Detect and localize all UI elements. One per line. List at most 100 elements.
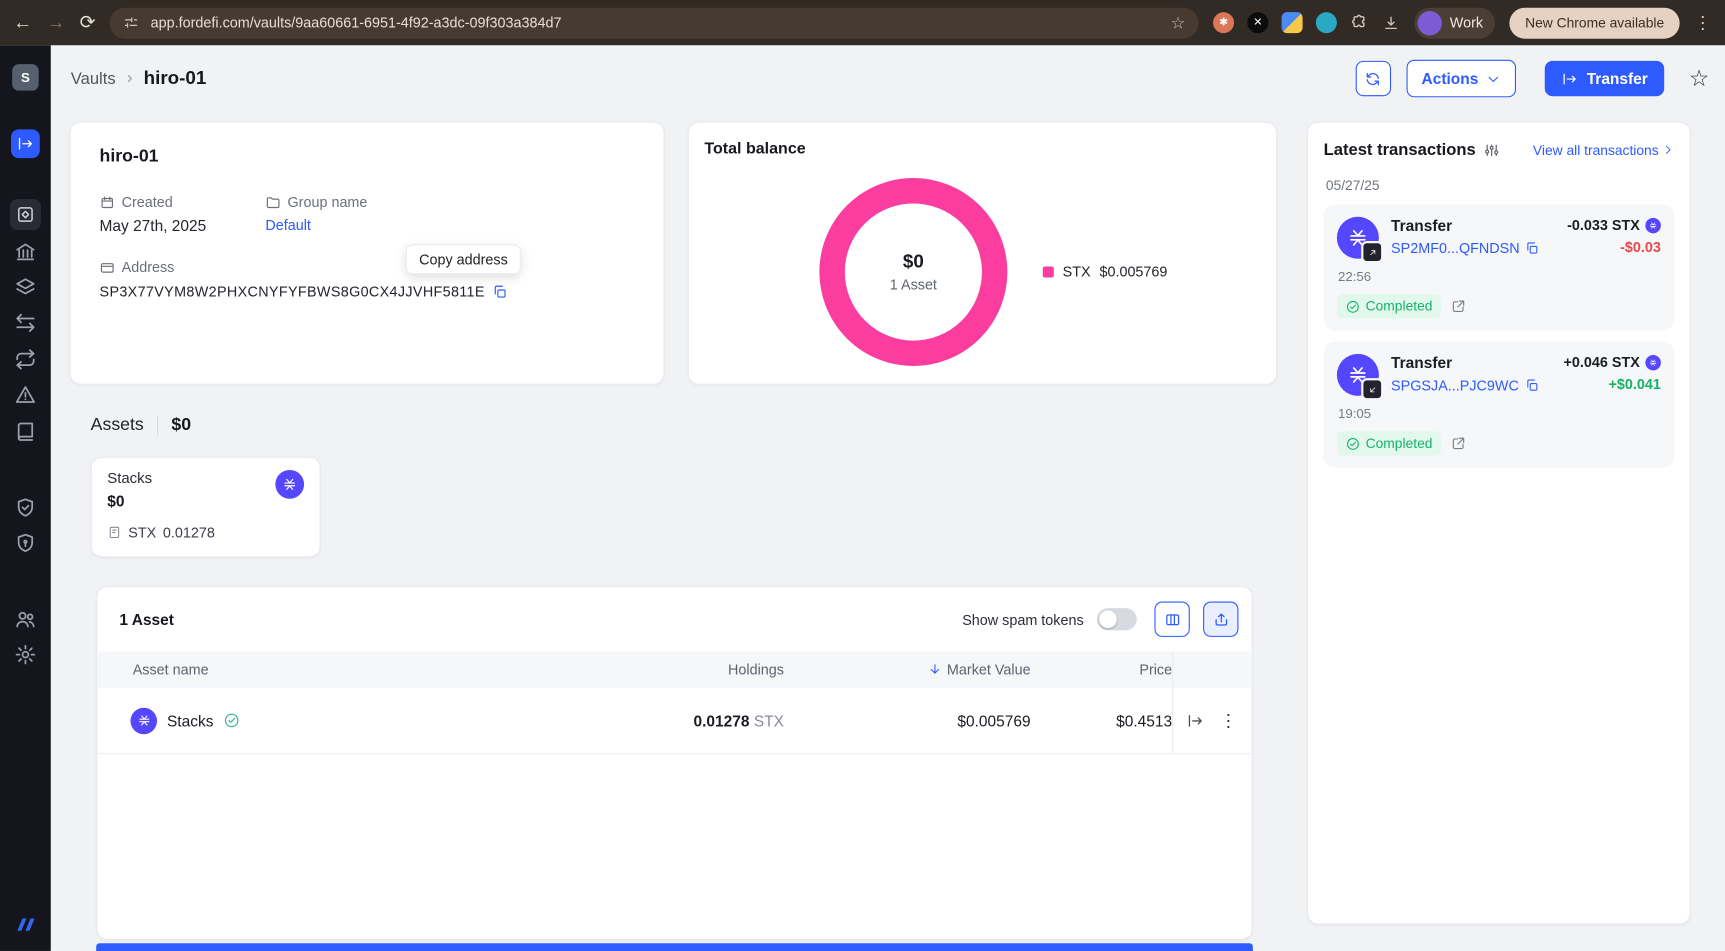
sidebar-item-transactions[interactable]	[14, 311, 37, 334]
extension-icon-1[interactable]: ✱	[1213, 12, 1234, 33]
col-price[interactable]: Price	[1031, 661, 1173, 678]
transaction-address: SPGSJA...PJC9WC	[1391, 377, 1519, 394]
sidebar-item-alerts[interactable]	[14, 383, 37, 406]
site-settings-icon[interactable]	[123, 14, 140, 31]
copy-icon	[1524, 378, 1538, 392]
chrome-update-button[interactable]: New Chrome available	[1510, 7, 1680, 38]
shield-check-icon	[14, 496, 37, 519]
browser-window: ← → ⟳ app.fordefi.com/vaults/9aa60661-69…	[0, 0, 1725, 951]
assets-total: $0	[171, 416, 191, 436]
table-row-stacks[interactable]: Stacks 0.01278STX $0.005769 $0.4513 ⋮	[97, 688, 1251, 754]
sidebar-item-policies[interactable]	[14, 496, 37, 519]
actions-button[interactable]: Actions	[1406, 60, 1516, 98]
created-field: Created May 27th, 2025	[100, 194, 266, 235]
bottom-cutoff-element	[96, 943, 1253, 951]
export-icon	[1212, 611, 1229, 628]
export-button[interactable]	[1203, 602, 1238, 637]
browser-chrome: ← → ⟳ app.fordefi.com/vaults/9aa60661-69…	[0, 0, 1725, 45]
assets-section-header: Assets $0	[91, 411, 191, 440]
transaction-address-link[interactable]: SPGSJA...PJC9WC	[1391, 377, 1551, 394]
created-value: May 27th, 2025	[100, 217, 266, 235]
sidebar-item-institutions[interactable]	[14, 241, 37, 264]
downloads-icon[interactable]	[1382, 14, 1400, 32]
copy-address-icon[interactable]	[493, 284, 508, 299]
extension-toolbar: ✱ ✕	[1213, 12, 1400, 33]
extensions-puzzle-icon[interactable]	[1350, 13, 1369, 32]
balance-asset-count: 1 Asset	[890, 276, 937, 293]
balance-total: $0	[903, 251, 924, 273]
extension-icon-2[interactable]: ✕	[1247, 12, 1268, 33]
balance-donut-chart: $0 1 Asset	[819, 178, 1007, 366]
transaction-amount: -0.033 STX	[1567, 217, 1640, 234]
breadcrumb-vaults[interactable]: Vaults	[71, 69, 116, 88]
price: $0.4513	[1031, 712, 1173, 730]
copy-address-tooltip: Copy address	[406, 244, 521, 274]
breadcrumb-separator-icon: ›	[127, 69, 133, 89]
sidebar-item-settings[interactable]	[14, 643, 37, 666]
stacks-token-icon	[1337, 217, 1379, 259]
back-icon[interactable]: ←	[13, 13, 32, 32]
col-market-value[interactable]: Market Value	[784, 661, 1031, 678]
status-badge: Completed	[1337, 431, 1441, 455]
reload-icon[interactable]: ⟳	[80, 13, 96, 32]
sidebar-item-address-book[interactable]	[14, 420, 37, 443]
external-link-icon[interactable]	[1451, 299, 1466, 314]
browser-menu-icon[interactable]: ⋮	[1694, 12, 1712, 34]
spam-toggle[interactable]	[1097, 608, 1137, 630]
total-balance-card: Total balance $0 1 Asset STX $0.005769	[688, 122, 1277, 385]
market-value-label: Market Value	[947, 661, 1031, 678]
col-asset-name[interactable]: Asset name	[97, 661, 462, 678]
gear-icon	[14, 643, 37, 666]
market-value: $0.005769	[784, 712, 1031, 730]
asset-name: Stacks	[167, 712, 213, 730]
forward-icon[interactable]: →	[46, 13, 65, 32]
transaction-amount: +0.046 STX	[1564, 354, 1640, 371]
row-menu-icon[interactable]: ⋮	[1220, 709, 1239, 731]
sidebar-item-transfer[interactable]	[11, 129, 40, 158]
status-badge: Completed	[1337, 294, 1441, 318]
transaction-address-link[interactable]: SP2MF0...QFNDSN	[1391, 240, 1555, 257]
stx-mini-icon	[1645, 217, 1660, 232]
group-label: Group name	[287, 194, 367, 211]
workspace-avatar[interactable]: S	[12, 64, 39, 91]
transfer-icon	[11, 129, 40, 158]
profile-chip[interactable]: Work	[1414, 7, 1495, 38]
filter-sliders-icon[interactable]	[1483, 142, 1498, 157]
row-transfer-icon[interactable]	[1186, 712, 1204, 730]
verified-badge-icon	[223, 712, 240, 729]
refresh-button[interactable]	[1355, 61, 1390, 96]
sidebar-item-users[interactable]	[14, 608, 37, 631]
divider	[157, 416, 158, 436]
extension-icon-3[interactable]	[1282, 12, 1303, 33]
shield-lock-icon	[14, 531, 37, 554]
col-holdings[interactable]: Holdings	[462, 661, 784, 678]
asset-count: 1 Asset	[119, 610, 174, 628]
asset-chip-value: $0	[107, 492, 152, 510]
group-value-link[interactable]: Default	[265, 217, 634, 234]
sidebar-item-vaults[interactable]	[10, 199, 41, 230]
assets-table-card: 1 Asset Show spam tokens Asset name Hold…	[96, 586, 1253, 940]
created-label: Created	[122, 194, 173, 211]
sidebar-item-assets[interactable]	[14, 276, 37, 299]
sidebar-item-security[interactable]	[14, 531, 37, 554]
legend-swatch	[1043, 266, 1054, 277]
sidebar-item-swaps[interactable]	[14, 348, 37, 371]
bookmark-star-icon[interactable]: ☆	[1171, 13, 1186, 33]
transaction-item[interactable]: Transfer SPGSJA...PJC9WC +0.046 STX	[1324, 342, 1675, 468]
asset-chip-stacks[interactable]: Stacks $0 STX 0.01278	[91, 457, 321, 558]
external-link-icon[interactable]	[1451, 436, 1466, 451]
url-bar[interactable]: app.fordefi.com/vaults/9aa60661-6951-4f9…	[110, 7, 1199, 38]
favorite-star-icon[interactable]: ☆	[1689, 67, 1710, 90]
columns-button[interactable]	[1154, 602, 1189, 637]
wallet-icon	[100, 259, 115, 274]
transfer-button[interactable]: Transfer	[1545, 61, 1665, 96]
transaction-item[interactable]: Transfer SP2MF0...QFNDSN -0.033 STX	[1324, 205, 1675, 331]
transaction-time: 22:56	[1338, 269, 1661, 284]
vault-name: hiro-01	[100, 147, 635, 167]
send-arrow-badge	[1361, 241, 1383, 263]
assets-title: Assets	[91, 416, 144, 436]
legend-value: $0.005769	[1099, 263, 1167, 280]
extension-icon-4[interactable]	[1316, 12, 1337, 33]
view-all-transactions-link[interactable]: View all transactions	[1533, 142, 1674, 157]
check-circle-icon	[1346, 299, 1360, 313]
